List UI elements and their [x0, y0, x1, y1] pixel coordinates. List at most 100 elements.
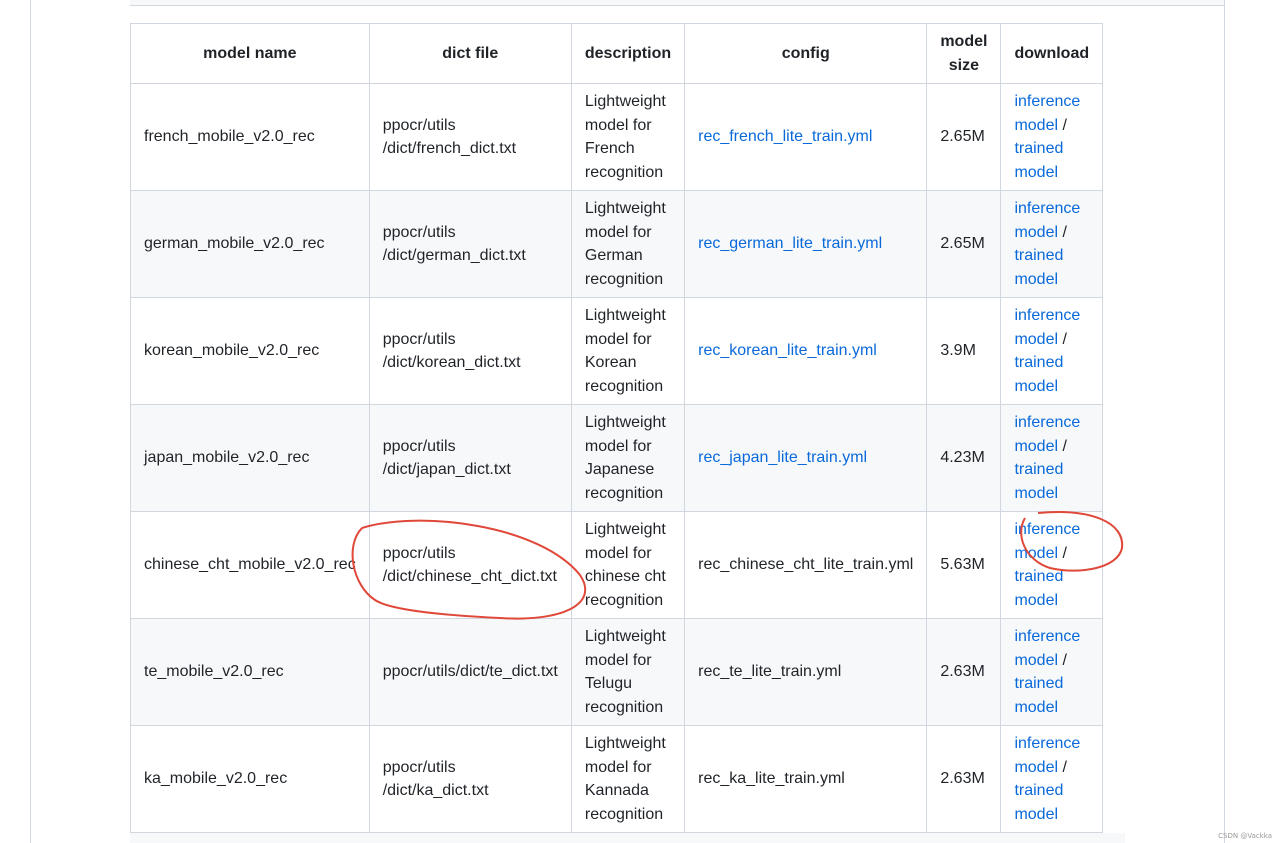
trained-link-line2: model [1014, 698, 1059, 716]
description-line4: recognition [584, 163, 664, 181]
model-table-container: model name dict file description config … [130, 23, 1104, 833]
description-line3: chinese cht [584, 568, 666, 585]
cell-config: rec_ka_lite_train.yml [684, 725, 928, 833]
header-dict-file: dict file [368, 23, 572, 84]
dict-file-line1: ppocr/utils [382, 544, 456, 562]
cell-download: inference model / trained model [1000, 618, 1104, 726]
cell-dict-file: ppocr/utils/dict/german_dict.txt [368, 190, 572, 298]
config-link[interactable]: rec_korean_lite_train.yml [698, 342, 877, 359]
description-line2: model for [584, 223, 652, 241]
cell-config: rec_french_lite_train.yml [684, 83, 928, 191]
trained-link-line2: model [1014, 591, 1059, 609]
cell-model-size: 2.63M [926, 725, 1002, 833]
description-line2: model for [584, 758, 652, 776]
cell-model-name: ka_mobile_v2.0_rec [130, 725, 370, 833]
next-row-strip [130, 833, 1125, 843]
dict-file-line1: ppocr/utils [382, 223, 456, 241]
inference-link-line1: inference [1014, 414, 1081, 431]
inference-model-link[interactable]: inference model [1014, 93, 1080, 134]
dict-file-line2: /dict/korean_dict.txt [382, 354, 521, 371]
inference-link-line2: model [1014, 116, 1059, 134]
dict-file-line2: /dict/ka_dict.txt [382, 782, 489, 799]
cell-model-size: 4.23M [926, 404, 1002, 512]
table-header-row: model name dict file description config … [130, 23, 1104, 84]
description-line1: Lightweight [584, 307, 666, 324]
cell-description: Lightweight model for French recognition [570, 83, 686, 191]
cell-download: inference model / trained model [1000, 404, 1104, 512]
table-row: french_mobile_v2.0_rec ppocr/utils/dict/f… [130, 83, 1104, 191]
cell-description: Lightweight model for Kannada recognition [570, 725, 686, 833]
trained-link-line1: trained [1014, 140, 1064, 157]
cell-model-size: 5.63M [926, 511, 1002, 619]
inference-link-line2: model [1014, 437, 1059, 455]
inference-model-link[interactable]: inference model [1014, 200, 1080, 241]
header-model-name: model name [130, 23, 370, 84]
inference-link-line1: inference [1014, 93, 1081, 110]
description-line3: Kannada [584, 782, 649, 799]
inference-model-link[interactable]: inference model [1014, 628, 1080, 669]
table-row: ka_mobile_v2.0_rec ppocr/utils/dict/ka_di… [130, 725, 1104, 833]
config-link[interactable]: rec_german_lite_train.yml [698, 235, 882, 252]
cell-dict-file: ppocr/utils/dict/ka_dict.txt [368, 725, 572, 833]
trained-link-line1: trained [1014, 782, 1064, 799]
table-row: japan_mobile_v2.0_rec ppocr/utils/dict/ja… [130, 404, 1104, 512]
description-line2: model for [584, 544, 652, 562]
cell-download: inference model / trained model [1000, 511, 1104, 619]
table-row: chinese_cht_mobile_v2.0_rec ppocr/utils/d… [130, 511, 1104, 619]
header-config: config [684, 23, 928, 84]
trained-model-link[interactable]: trained model [1014, 354, 1063, 395]
description-line1: Lightweight [584, 414, 666, 431]
download-separator: / [1058, 223, 1067, 241]
cell-dict-file: ppocr/utils/dict/te_dict.txt [368, 618, 572, 726]
description-line4: recognition [584, 805, 664, 823]
cell-dict-file: ppocr/utils/dict/french_dict.txt [368, 83, 572, 191]
trained-link-line2: model [1014, 377, 1059, 395]
dict-file-line2: /dict/french_dict.txt [382, 140, 517, 157]
trained-model-link[interactable]: trained model [1014, 140, 1063, 181]
description-line1: Lightweight [584, 200, 666, 217]
cell-download: inference model / trained model [1000, 297, 1104, 405]
cell-model-size: 2.65M [926, 83, 1002, 191]
dict-file-line1: ppocr/utils [382, 758, 456, 776]
cell-model-size: 2.63M [926, 618, 1002, 726]
description-line1: Lightweight [584, 93, 666, 110]
trained-link-line1: trained [1014, 461, 1064, 478]
description-line4: recognition [584, 698, 664, 716]
description-line1: Lightweight [584, 735, 666, 752]
description-line4: recognition [584, 270, 664, 288]
config-text: rec_ka_lite_train.yml [698, 770, 845, 788]
description-line2: model for [584, 330, 652, 348]
inference-model-link[interactable]: inference model [1014, 414, 1080, 455]
cell-config: rec_korean_lite_train.yml [684, 297, 928, 405]
header-model-size-line2: size [948, 56, 980, 74]
description-line3: Korean [584, 354, 637, 371]
previous-section-block [130, 0, 1224, 6]
config-link[interactable]: rec_french_lite_train.yml [698, 128, 872, 145]
description-line3: Japanese [584, 461, 655, 478]
inference-link-line1: inference [1014, 628, 1081, 645]
inference-model-link[interactable]: inference model [1014, 735, 1080, 776]
description-line3: German [584, 247, 643, 264]
trained-model-link[interactable]: trained model [1014, 782, 1063, 823]
cell-description: Lightweight model for Telugu recognition [570, 618, 686, 726]
config-link[interactable]: rec_japan_lite_train.yml [698, 449, 867, 466]
trained-link-line2: model [1014, 805, 1059, 823]
cell-dict-file: ppocr/utils/dict/chinese_cht_dict.txt [368, 511, 572, 619]
trained-model-link[interactable]: trained model [1014, 461, 1063, 502]
dict-file-line1: ppocr/utils/dict/te_dict.txt [382, 663, 558, 681]
inference-model-link[interactable]: inference model [1014, 307, 1080, 348]
header-download: download [1000, 23, 1104, 84]
inference-link-line1: inference [1014, 521, 1081, 538]
dict-file-line2: /dict/german_dict.txt [382, 247, 526, 264]
description-line3: Telugu [584, 675, 633, 692]
trained-model-link[interactable]: trained model [1014, 568, 1063, 609]
cell-model-name: german_mobile_v2.0_rec [130, 190, 370, 298]
trained-model-link[interactable]: trained model [1014, 247, 1063, 288]
trained-model-link[interactable]: trained model [1014, 675, 1063, 716]
trained-link-line1: trained [1014, 354, 1064, 371]
inference-model-link[interactable]: inference model [1014, 521, 1080, 562]
description-line1: Lightweight [584, 628, 666, 645]
cell-description: Lightweight model for Korean recognition [570, 297, 686, 405]
cell-description: Lightweight model for Japanese recognition [570, 404, 686, 512]
download-separator: / [1058, 544, 1067, 562]
